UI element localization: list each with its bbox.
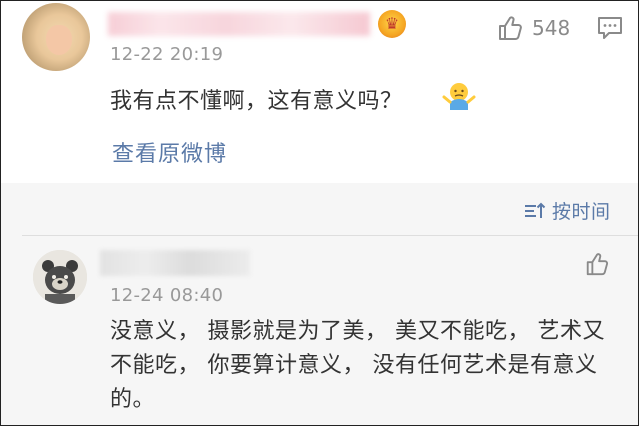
- bear-cartoon-icon: [33, 250, 87, 304]
- sort-label: 按时间: [552, 201, 611, 223]
- like-button[interactable]: 548: [496, 14, 570, 42]
- sort-icon: [525, 202, 546, 218]
- crown-badge-icon[interactable]: ♛: [378, 10, 406, 38]
- reply-section: 按时间 12-24 08:40 没意义， 摄影就是为了美， 美又不能吃， 艺术又…: [0, 183, 639, 426]
- thumbs-up-icon[interactable]: [584, 251, 610, 277]
- reply-username-redacted[interactable]: [100, 250, 250, 276]
- like-count: 548: [532, 16, 571, 40]
- avatar[interactable]: [22, 3, 90, 71]
- comment-timestamp: 12-22 20:19: [110, 44, 224, 65]
- reply-timestamp: 12-24 08:40: [110, 285, 224, 306]
- thumbs-up-icon: [499, 16, 522, 40]
- comment-text: 我有点不懂啊，这有意义吗？: [110, 89, 403, 114]
- avatar-detail: [46, 25, 72, 55]
- username-redacted[interactable]: [108, 12, 370, 36]
- reply-text: 没意义， 摄影就是为了美， 美又不能吃， 艺术又不能吃， 你要算计意义， 没有任…: [110, 319, 605, 412]
- shrug-emoji-icon: [442, 83, 476, 110]
- view-original-link[interactable]: 查看原微博: [112, 136, 227, 168]
- reply-avatar[interactable]: [33, 250, 87, 304]
- sort-toggle[interactable]: 按时间: [524, 197, 611, 224]
- divider: [22, 235, 639, 236]
- reply-comment-icon[interactable]: [597, 16, 623, 40]
- top-comment: ♛ 12-22 20:19 548 我有点不懂啊，这有意义吗？ 查看原微博: [0, 0, 639, 183]
